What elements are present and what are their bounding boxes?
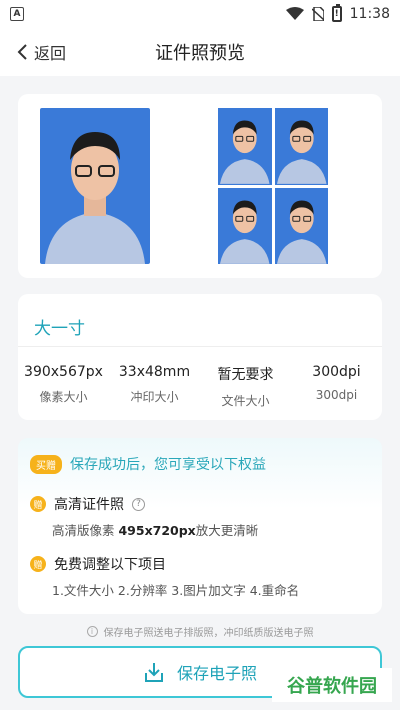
note-text: 保存电子照送电子排版照，冲印纸质版送电子照: [103, 628, 314, 639]
spec-label: 文件大小: [221, 394, 270, 408]
benefit-item-title: 免费调整以下项目: [54, 557, 166, 573]
spec-value: 300dpi: [312, 364, 361, 380]
spec-label: 300dpi: [315, 388, 358, 402]
layout-photo: [274, 187, 328, 264]
benefit-item-desc: 高清版像素 495x720px放大更清晰: [52, 523, 259, 538]
benefit-item-desc: 1.文件大小 2.分辨率 3.图片加文字 4.重命名: [52, 583, 300, 598]
buy-gift-badge: 买赠: [30, 454, 62, 474]
spec-value: 33x48mm: [118, 364, 191, 380]
portrait-image: [45, 132, 145, 264]
app-notification-icon: A: [10, 7, 24, 21]
size-name: 大一寸: [34, 319, 85, 339]
spec-filesize: 暂无要求 文件大小: [200, 364, 291, 409]
layout-photo: [218, 108, 272, 185]
save-note: i 保存电子照送电子排版照，冲印纸质版送电子照: [0, 624, 400, 639]
download-icon: [144, 663, 163, 682]
spec-value: 暂无要求: [217, 367, 274, 383]
photo-preview-card: [18, 94, 382, 278]
spec-pixel: 390x567px 像素大小: [18, 364, 109, 409]
spec-print: 33x48mm 冲印大小: [109, 364, 200, 409]
chevron-left-icon: [17, 44, 27, 60]
layout-photo: [218, 187, 272, 264]
clock: 11:38: [349, 6, 390, 22]
wifi-icon: [285, 7, 304, 20]
benefits-card: 买赠 保存成功后，您可享受以下权益 赠 高清证件照 ? 高清版像素 495x72…: [18, 438, 382, 614]
status-bar: A ! 11:38: [0, 0, 400, 28]
gift-icon: 赠: [30, 556, 46, 572]
layout-photo: [274, 108, 328, 185]
benefits-title: 保存成功后，您可享受以下权益: [70, 457, 266, 473]
benefit-item-title: 高清证件照: [54, 497, 124, 513]
back-button[interactable]: 返回: [16, 40, 66, 64]
spec-label: 冲印大小: [130, 390, 179, 404]
benefits-header: 买赠 保存成功后，您可享受以下权益: [30, 454, 266, 474]
single-photo-preview[interactable]: [40, 108, 150, 264]
back-label: 返回: [34, 44, 67, 63]
spec-value: 390x567px: [24, 364, 103, 380]
size-info-card: 大一寸 390x567px 像素大小 33x48mm 冲印大小 暂无要求 文件大…: [18, 294, 382, 420]
no-sim-icon: [311, 7, 324, 21]
help-icon[interactable]: ?: [132, 497, 145, 511]
benefit-item-hd: 赠 高清证件照 ?: [30, 494, 145, 514]
nav-bar: 返回 证件照预览: [0, 28, 400, 76]
layout-photo-preview[interactable]: [218, 108, 328, 264]
benefit-item-adjust: 赠 免费调整以下项目: [30, 554, 166, 574]
spec-dpi: 300dpi 300dpi: [291, 364, 382, 409]
watermark-logo: 谷普软件园: [272, 668, 392, 702]
spec-label: 像素大小: [39, 390, 88, 404]
spec-list: 390x567px 像素大小 33x48mm 冲印大小 暂无要求 文件大小 30…: [18, 364, 382, 409]
gift-icon: 赠: [30, 496, 46, 512]
battery-icon: !: [331, 4, 342, 22]
divider: [18, 346, 382, 347]
info-icon: i: [86, 626, 98, 637]
save-button-label: 保存电子照: [176, 664, 257, 683]
